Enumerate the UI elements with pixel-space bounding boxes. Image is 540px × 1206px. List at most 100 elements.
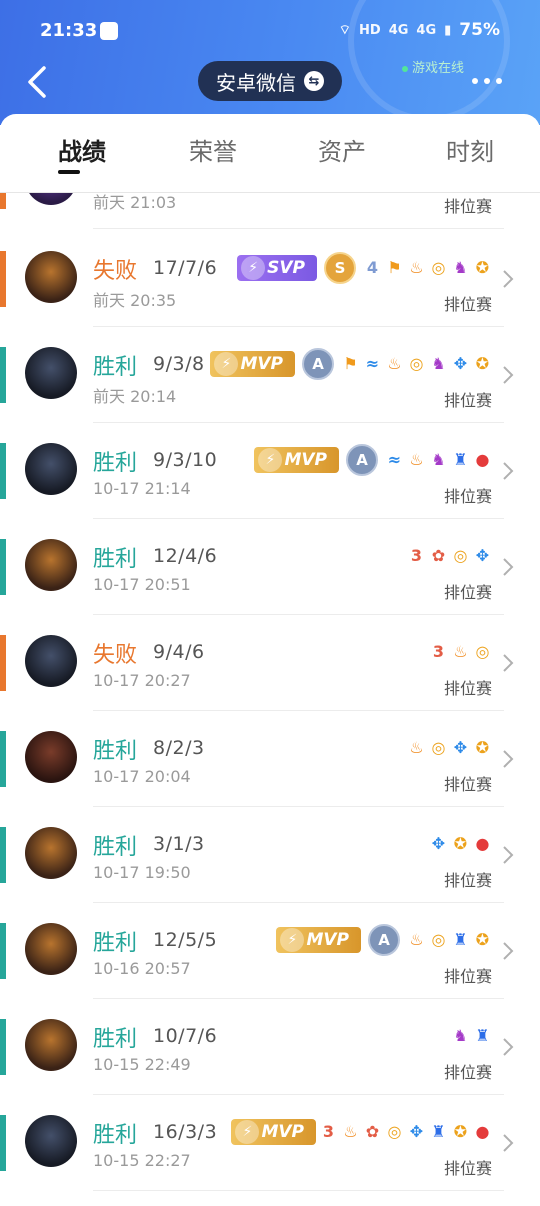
blood-icon: ● (475, 450, 490, 469)
chevron-right-icon[interactable] (502, 365, 514, 385)
match-datetime: 10-17 21:14 (93, 479, 191, 498)
online-dot-icon (402, 65, 408, 72)
coins-icon: ◎ (431, 738, 446, 757)
match-result: 胜利 (93, 739, 138, 764)
tab-record[interactable]: 战绩 (58, 132, 106, 167)
wings-icon: ✥ (475, 546, 490, 565)
match-row[interactable]: 前天 21:03 排位赛 (0, 193, 540, 229)
result-indicator-bar (0, 347, 6, 403)
chevron-right-icon[interactable] (502, 845, 514, 865)
result-indicator-bar (0, 251, 6, 307)
gold-icon: ✪ (475, 354, 490, 373)
grade-badge: S (324, 252, 356, 284)
flame-icon: ♨ (453, 642, 468, 661)
chevron-right-icon[interactable] (502, 653, 514, 673)
battery-level: 75% (459, 20, 500, 40)
match-mode: 排位赛 (443, 295, 492, 314)
flag-icon: ⚑ (387, 258, 402, 277)
match-datetime: 前天 20:35 (93, 291, 177, 310)
tab-bar: 战绩 荣誉 资产 时刻 (0, 114, 540, 193)
coins-icon: ◎ (475, 642, 490, 661)
match-datetime: 10-17 20:04 (93, 767, 191, 786)
mvp-badge: MVP (231, 1119, 316, 1145)
coins-icon: ◎ (409, 354, 424, 373)
match-row[interactable]: 胜利 8/2/3 10-17 20:04 ♨ ◎ ✥ ✪ 排位赛 (0, 711, 540, 807)
hero-avatar (25, 731, 77, 783)
match-result: 胜利 (93, 451, 138, 476)
tab-assets[interactable]: 资产 (318, 132, 366, 167)
chevron-right-icon[interactable] (502, 749, 514, 769)
signal-icon-2: 4G (416, 22, 437, 38)
chevron-right-icon[interactable] (502, 557, 514, 577)
mvp-badge: MVP (254, 447, 339, 473)
match-result: 胜利 (93, 835, 138, 860)
chevron-right-icon[interactable] (502, 1037, 514, 1057)
kda-score: 3/1/3 (153, 833, 205, 855)
tab-moments[interactable]: 时刻 (446, 132, 494, 167)
flag-icon: ⚑ (343, 354, 358, 373)
match-row[interactable]: 胜利 12/5/5 10-16 20:57 MVP A ♨ ◎ ♜ ✪ 排位赛 (0, 903, 540, 999)
demon-icon: ♞ (453, 258, 468, 277)
achievement-badges: SVP S4 ⚑ ♨ ◎ ♞ ✪ (237, 252, 492, 284)
lotus-icon: ✿ (365, 1122, 380, 1141)
flame-icon: ♨ (387, 354, 402, 373)
grade-badge: A (346, 444, 378, 476)
match-row[interactable]: 胜利 10/7/6 10-15 22:49 ♞ ♜ 排位赛 (0, 999, 540, 1095)
account-switch-button[interactable]: 安卓微信 ⇆ (198, 61, 342, 101)
kda-score: 17/7/6 (153, 257, 218, 279)
result-indicator-bar (0, 193, 6, 209)
flame-icon: ♨ (409, 930, 424, 949)
match-datetime: 10-16 20:57 (93, 959, 191, 978)
gold-icon: ✪ (475, 930, 490, 949)
wave-icon: ≈ (387, 450, 402, 469)
hero-avatar (25, 347, 77, 399)
match-row[interactable]: 胜利 3/1/3 10-17 19:50 ✥ ✪ ● 排位赛 (0, 807, 540, 903)
grade-badge: A (302, 348, 334, 380)
kda-score: 8/2/3 (153, 737, 205, 759)
match-mode: 排位赛 (443, 967, 492, 986)
grade-badge: A (368, 924, 400, 956)
match-row[interactable]: 失败 17/7/6 前天 20:35 SVP S4 ⚑ ♨ ◎ ♞ ✪ 排位赛 (0, 231, 540, 327)
match-datetime: 前天 21:03 (93, 193, 177, 212)
tower-icon: ♜ (475, 1026, 490, 1045)
match-mode: 排位赛 (443, 487, 492, 506)
hero-avatar (25, 539, 77, 591)
match-row[interactable]: 胜利 12/4/6 10-17 20:51 3 ✿ ◎ ✥ 排位赛 (0, 519, 540, 615)
match-mode: 排位赛 (443, 775, 492, 794)
chevron-right-icon[interactable] (502, 941, 514, 961)
match-row[interactable]: 失败 9/4/6 10-17 20:27 3 ♨ ◎ 排位赛 (0, 615, 540, 711)
chevron-right-icon[interactable] (502, 461, 514, 481)
match-row[interactable]: 胜利 9/3/8 前天 20:14 MVP A ⚑ ≈ ♨ ◎ ♞ ✥ ✪ 排位赛 (0, 327, 540, 423)
kda-score: 9/3/10 (153, 449, 218, 471)
demon-icon: ♞ (453, 1026, 468, 1045)
kda-score: 9/4/6 (153, 641, 205, 663)
tab-honor[interactable]: 荣誉 (189, 132, 237, 167)
chevron-right-icon[interactable] (502, 269, 514, 289)
blood-icon: ● (475, 1122, 490, 1141)
match-row[interactable]: 胜利 9/3/10 10-17 21:14 MVP A ≈ ♨ ♞ ♜ ● 排位赛 (0, 423, 540, 519)
tower-icon: ♜ (453, 930, 468, 949)
match-row[interactable]: 胜利 16/3/3 10-15 22:27 MVP 3 ♨ ✿ ◎ ✥ ♜ ✪ ● 排位赛 (0, 1095, 540, 1191)
gold-icon: ✪ (453, 1122, 468, 1141)
hero-avatar (25, 1019, 77, 1071)
achievement-badges: ♞ ♜ (451, 1021, 492, 1051)
wings-icon: ✥ (453, 738, 468, 757)
back-arrow-icon[interactable] (20, 62, 60, 102)
tower-icon: ♜ (453, 450, 468, 469)
tower-icon: ♜ (431, 1122, 446, 1141)
chevron-right-icon[interactable] (502, 1133, 514, 1153)
lotus-icon: ✿ (431, 546, 446, 565)
three-icon: 3 (432, 642, 445, 661)
match-mode: 排位赛 (443, 391, 492, 410)
status-indicators: ⌔ HD 4G 4G ▮ 75% (339, 20, 500, 40)
match-list[interactable]: 前天 21:03排位赛失败17/7/6前天 20:35SVPS4⚑♨◎♞✪排位赛… (0, 193, 540, 1206)
demon-icon: ♞ (431, 354, 446, 373)
hero-avatar (25, 443, 77, 495)
mvp-badge: MVP (210, 351, 295, 377)
demon-icon: ♞ (431, 450, 446, 469)
result-indicator-bar (0, 1019, 6, 1075)
match-mode: 排位赛 (443, 1063, 492, 1082)
more-options-icon[interactable] (472, 72, 512, 90)
coins-icon: ◎ (387, 1122, 402, 1141)
account-name: 安卓微信 (216, 70, 296, 95)
